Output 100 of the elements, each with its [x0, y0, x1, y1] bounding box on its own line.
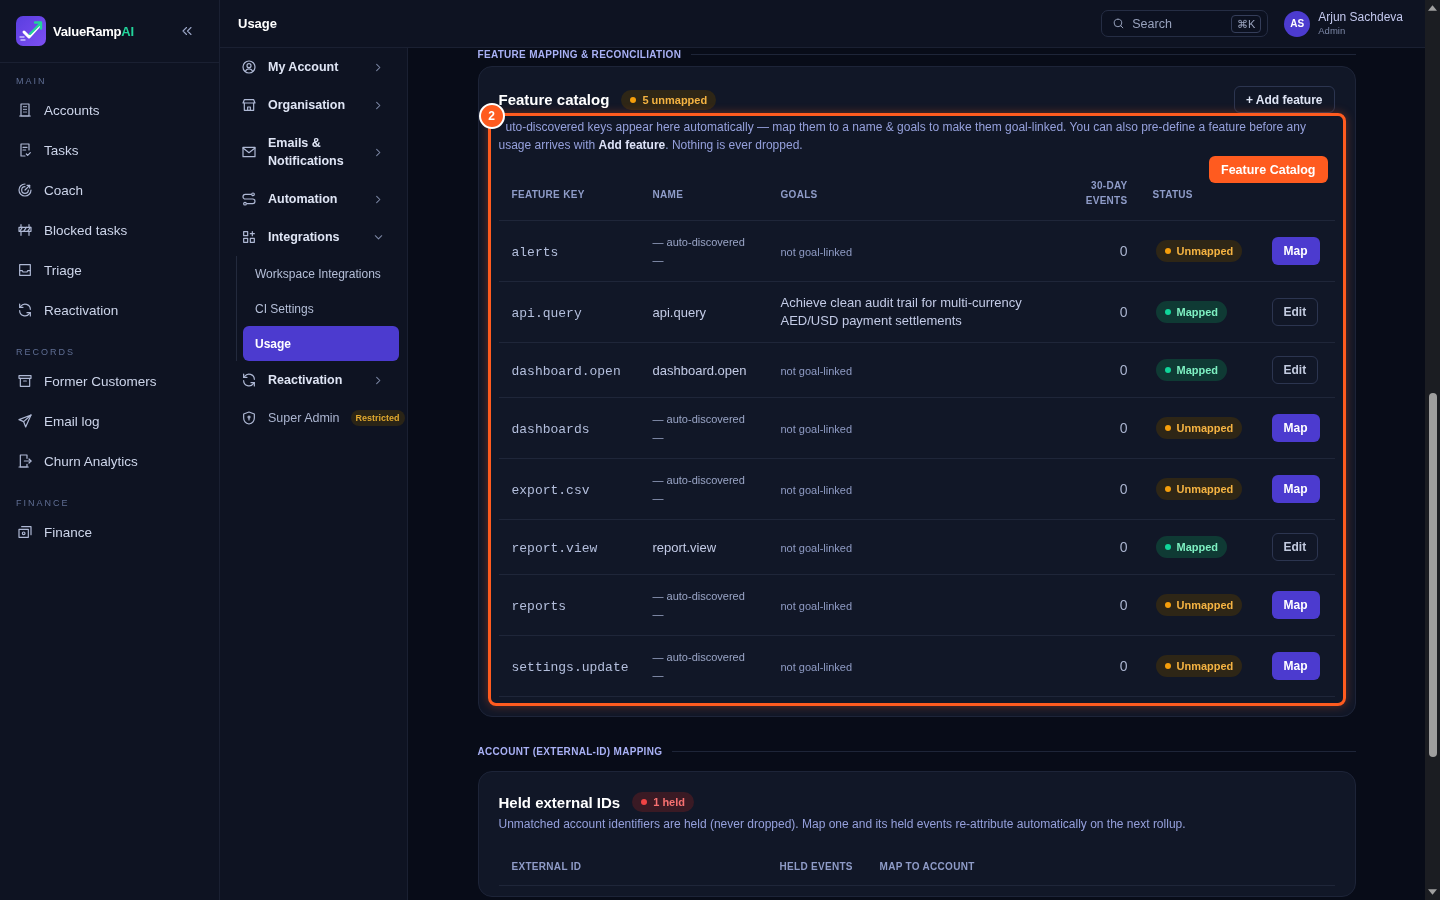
feature-key: export.csv	[511, 483, 590, 498]
event-count: 0	[1118, 304, 1128, 320]
feature-key: reports	[511, 599, 567, 614]
feature-key: api.query	[511, 306, 582, 321]
settings-nav-item[interactable]: Emails & Notifications	[220, 124, 407, 180]
nav-item[interactable]: Churn Analytics	[17, 447, 138, 475]
feature-key: dashboard.open	[511, 364, 621, 379]
map-button[interactable]: Map	[1271, 591, 1320, 619]
status-dot-icon	[1164, 602, 1171, 608]
status-label: Unmapped	[1176, 245, 1234, 257]
feature-name: — auto-discovered —	[652, 412, 746, 445]
edit-button[interactable]: Edit	[1271, 298, 1319, 326]
goal-text: not goal-linked	[780, 600, 853, 612]
card-title: Held external IDs	[498, 793, 621, 811]
goal-text: not goal-linked	[780, 661, 853, 673]
column-header: EXTERNAL ID	[511, 860, 582, 874]
status-label: Mapped	[1176, 541, 1219, 553]
status-dot-icon	[1164, 663, 1171, 669]
add-feature-button[interactable]: + Add feature	[1233, 86, 1335, 113]
goal-text: not goal-linked	[780, 423, 853, 435]
brand-name: ValueRampAI	[53, 23, 134, 39]
event-count: 0	[1118, 481, 1128, 497]
settings-nav-item[interactable]: Organisation	[220, 86, 407, 124]
feature-key: settings.update	[511, 660, 629, 675]
event-count: 0	[1118, 539, 1128, 555]
goal-text: not goal-linked	[780, 246, 853, 258]
logo-icon	[16, 16, 46, 46]
feature-name: api.query	[652, 305, 706, 320]
section-heading: ACCOUNT (EXTERNAL-ID) MAPPING	[477, 745, 663, 757]
status-dot-icon	[1164, 544, 1171, 550]
nav-item[interactable]: Finance	[17, 518, 93, 546]
settings-nav-item[interactable]: Reactivation	[220, 361, 407, 399]
user-role: Admin	[1318, 24, 1346, 37]
mail-icon	[241, 144, 257, 160]
settings-sub-item[interactable]: CI Settings	[255, 291, 314, 326]
nav-item[interactable]: Reactivation	[17, 296, 119, 324]
map-button[interactable]: Map	[1271, 652, 1320, 680]
goal-text: not goal-linked	[780, 484, 853, 496]
nav-item[interactable]: Tasks	[17, 136, 79, 164]
nav-item[interactable]: Email log	[17, 407, 100, 435]
nav-item[interactable]: Blocked tasks	[17, 216, 128, 244]
edit-button[interactable]: Edit	[1271, 356, 1319, 384]
feature-key: alerts	[511, 245, 559, 260]
page-title: Usage	[238, 16, 278, 31]
feature-name: — auto-discovered —	[652, 473, 746, 506]
nav-item[interactable]: Triage	[17, 256, 82, 284]
map-button[interactable]: Map	[1271, 475, 1320, 503]
send-icon	[17, 413, 33, 429]
collapse-icon[interactable]	[181, 25, 193, 37]
target-icon	[17, 182, 33, 198]
column-header: HELD EVENTS	[779, 860, 853, 874]
feature-name: — auto-discovered —	[652, 650, 746, 683]
shield-icon	[241, 410, 257, 426]
settings-nav-item[interactable]: Super Admin Restricted	[220, 399, 407, 437]
inbox-icon	[17, 262, 33, 278]
scroll-down-icon[interactable]	[1428, 889, 1437, 895]
feature-name: — auto-discovered —	[652, 235, 746, 268]
column-header: MAP TO ACCOUNT	[879, 860, 975, 874]
tour-step-label: Feature Catalog	[1209, 156, 1328, 183]
settings-sub-item[interactable]: Usage	[243, 326, 399, 361]
dot-icon	[641, 799, 648, 805]
status-label: Unmapped	[1176, 599, 1234, 611]
user-name: Arjun Sachdeva	[1318, 10, 1403, 24]
column-header: 30-DAY EVENTS	[1084, 179, 1128, 208]
event-count: 0	[1118, 243, 1128, 259]
map-button[interactable]: Map	[1271, 237, 1320, 265]
nav-item[interactable]: Accounts	[17, 96, 100, 124]
shortcut-key: ⌘K	[1230, 14, 1262, 33]
search-field[interactable]: Search ⌘K	[1101, 10, 1269, 37]
route-icon	[241, 191, 257, 207]
status-dot-icon	[1164, 367, 1171, 373]
status-dot-icon	[1164, 309, 1171, 315]
goal-text: Achieve clean audit trail for multi-currency AED/USD payment settlements	[780, 294, 1023, 330]
section-heading: FEATURE MAPPING & RECONCILIATION	[477, 48, 682, 60]
status-label: Unmapped	[1176, 483, 1234, 495]
search-input[interactable]: Search	[1132, 16, 1224, 31]
nav-item[interactable]: Coach	[17, 176, 84, 204]
section-label: MAIN	[15, 76, 48, 86]
goal-text: not goal-linked	[780, 365, 853, 377]
column-header: FEATURE KEY	[511, 188, 585, 202]
section-label: RECORDS	[15, 347, 76, 357]
avatar[interactable]: AS	[1284, 10, 1311, 37]
settings-sub-item[interactable]: Workspace Integrations	[255, 256, 381, 291]
map-button[interactable]: Map	[1271, 414, 1320, 442]
banknote-icon	[17, 524, 33, 540]
badge-label: 1 held	[653, 796, 685, 808]
nav-item[interactable]: Former Customers	[17, 367, 157, 395]
settings-nav-item[interactable]: Automation	[220, 180, 407, 218]
settings-nav-item[interactable]: Integrations	[220, 218, 407, 256]
status-label: Mapped	[1176, 306, 1219, 318]
scroll-up-icon[interactable]	[1428, 5, 1437, 11]
feature-key: report.view	[511, 541, 598, 556]
scrollbar-thumb[interactable]	[1428, 393, 1437, 757]
settings-nav-item[interactable]: My Account	[220, 48, 407, 86]
status-label: Unmapped	[1176, 422, 1234, 434]
edit-button[interactable]: Edit	[1271, 533, 1319, 561]
status-dot-icon	[1164, 248, 1171, 254]
door-arrow-icon	[17, 453, 33, 469]
feature-name: report.view	[652, 540, 717, 555]
refresh-icon	[241, 372, 257, 388]
